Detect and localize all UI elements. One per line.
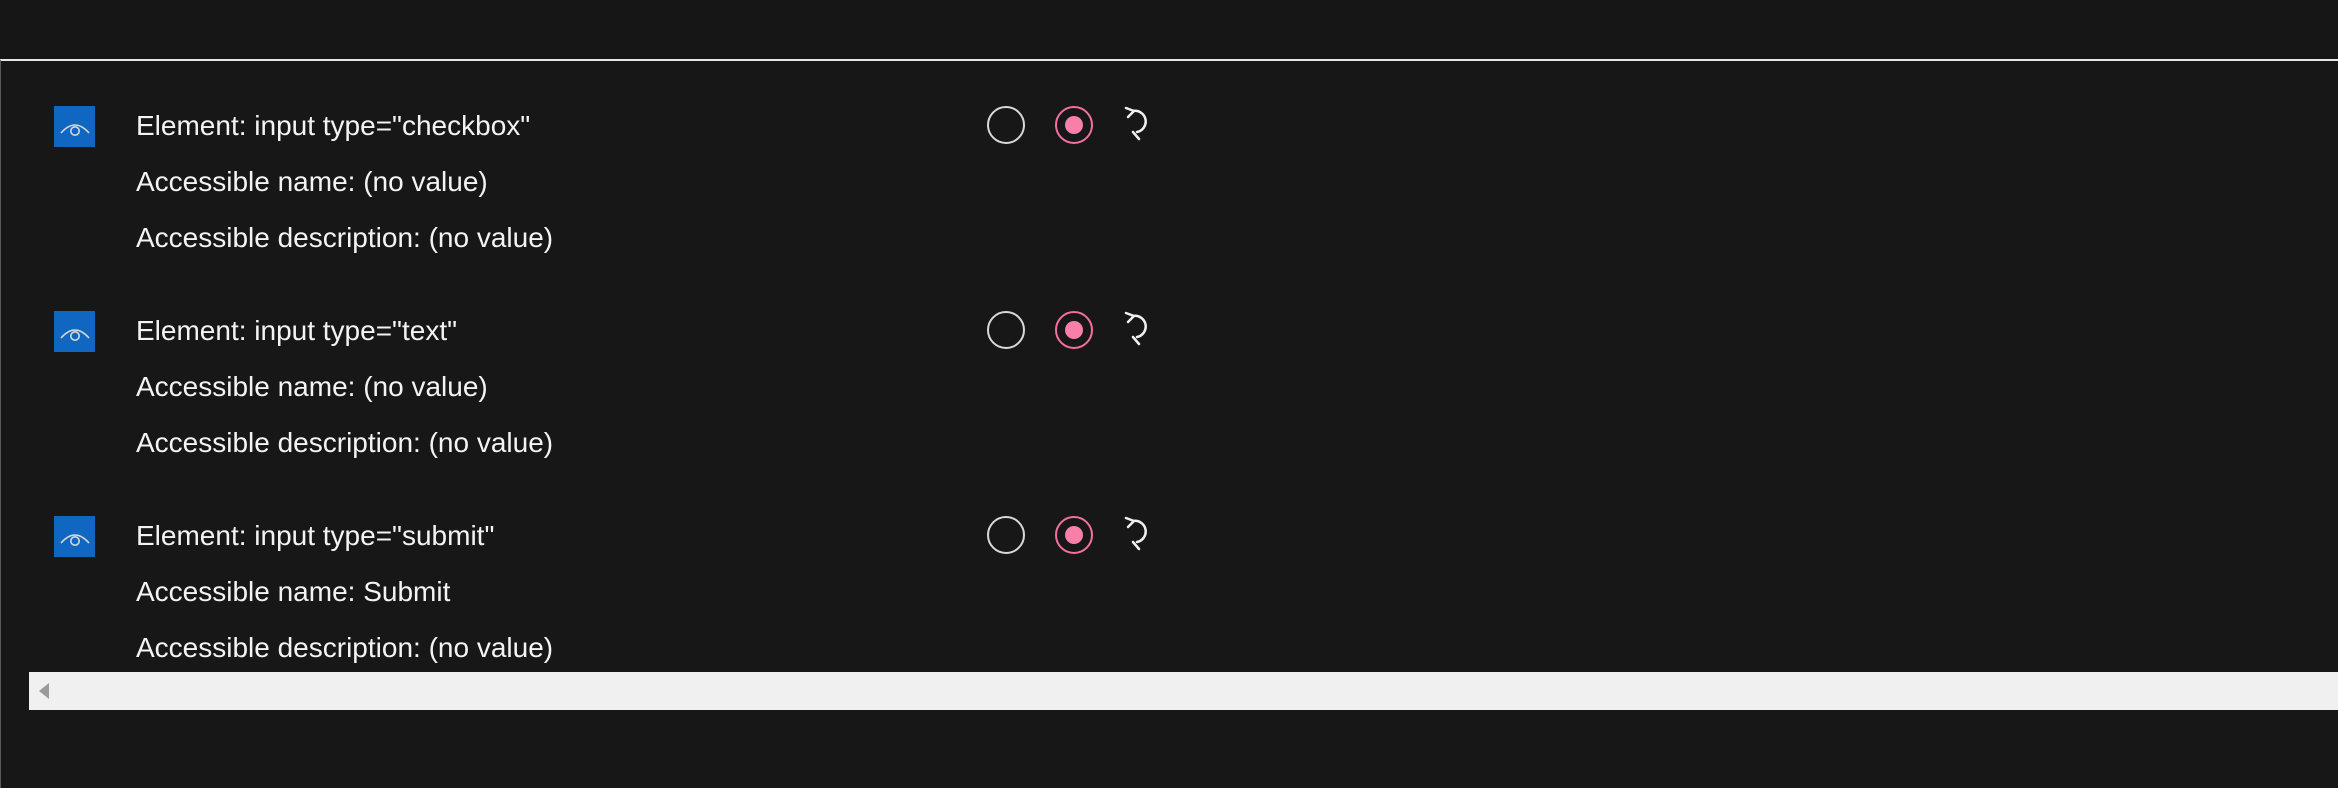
eye-icon[interactable]	[54, 516, 95, 557]
node-row: Element: input type="submit" Accessible …	[1, 491, 2338, 681]
radio-dot	[1065, 116, 1083, 134]
undo-icon[interactable]	[1121, 103, 1159, 143]
option-radio-selected[interactable]	[1055, 516, 1093, 554]
radio-dot	[1065, 321, 1083, 339]
radio-dot	[1065, 526, 1083, 544]
accessible-description-label: Accessible description: (no value)	[136, 632, 554, 663]
option-radio-unselected[interactable]	[987, 311, 1025, 349]
accessible-description-label: Accessible description: (no value)	[136, 222, 554, 253]
accessible-name-label: Accessible name: (no value)	[136, 371, 488, 402]
option-radio-selected[interactable]	[1055, 311, 1093, 349]
element-type-label: Element: input type="text"	[136, 315, 458, 346]
option-radio-selected[interactable]	[1055, 106, 1093, 144]
option-radio-unselected[interactable]	[987, 106, 1025, 144]
eye-icon[interactable]	[54, 311, 95, 352]
scroll-left-arrow-icon[interactable]	[39, 683, 49, 699]
accessible-name-label: Accessible name: Submit	[136, 576, 451, 607]
accessible-name-label: Accessible name: (no value)	[136, 166, 488, 197]
option-radio-unselected[interactable]	[987, 516, 1025, 554]
element-type-label: Element: input type="checkbox"	[136, 110, 531, 141]
horizontal-scrollbar[interactable]	[29, 672, 2338, 710]
eye-icon[interactable]	[54, 106, 95, 147]
undo-icon[interactable]	[1121, 513, 1159, 553]
element-type-label: Element: input type="submit"	[136, 520, 495, 551]
title-bar	[0, 0, 2338, 59]
node-row: Element: input type="checkbox" Accessibl…	[1, 81, 2338, 271]
node-row: Element: input type="text" Accessible na…	[1, 286, 2338, 476]
undo-icon[interactable]	[1121, 308, 1159, 348]
accessible-description-label: Accessible description: (no value)	[136, 427, 554, 458]
